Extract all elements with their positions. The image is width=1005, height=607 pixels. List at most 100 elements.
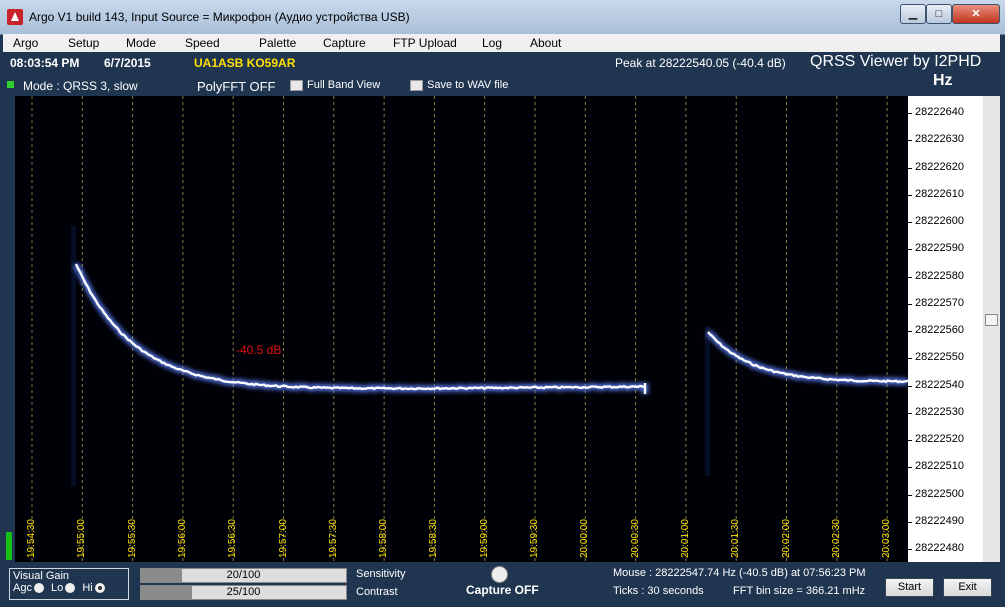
frequency-tick — [908, 167, 912, 169]
sensitivity-slider[interactable]: 20/100 — [140, 568, 347, 583]
contrast-label: Contrast — [356, 586, 398, 598]
frequency-tick — [908, 303, 912, 305]
time-tick-label: 19:58:30 — [428, 519, 440, 558]
mouse-readout: Mouse : 28222547.74 Hz (-40.5 dB) at 07:… — [613, 567, 866, 579]
contrast-value: 25/100 — [226, 586, 261, 598]
frequency-tick — [908, 521, 912, 523]
time-tick-label: 20:02:00 — [780, 519, 792, 558]
signal-trace-glow — [72, 262, 908, 394]
frequency-tick-label: 28222600 — [915, 215, 964, 227]
menu-speed[interactable]: Speed — [185, 36, 220, 50]
fft-bin-readout: FFT bin size = 366.21 mHz — [733, 585, 866, 597]
full-band-view-checkbox[interactable] — [290, 80, 303, 91]
window-title: Argo V1 build 143, Input Source = Микроф… — [29, 10, 410, 24]
time-tick-label: 20:00:00 — [579, 519, 591, 558]
frequency-tick — [908, 331, 912, 332]
polyfft-status: PolyFFT OFF — [197, 79, 276, 94]
status-led — [7, 81, 14, 88]
frequency-tick-label: 28222630 — [915, 133, 964, 146]
mode-label: Mode : QRSS 3, slow — [23, 79, 138, 93]
time-tick-label: 19:56:30 — [227, 519, 239, 558]
frequency-tick — [908, 276, 912, 278]
start-button[interactable]: Start — [885, 578, 934, 597]
time-tick-label: 19:54:30 — [26, 519, 37, 558]
time-tick-label: 20:03:00 — [881, 519, 893, 558]
capture-status: Capture OFF — [466, 583, 539, 597]
capture-toggle[interactable] — [491, 566, 508, 583]
frequency-tick-label: 28222530 — [915, 405, 964, 418]
hi-label: Hi — [82, 582, 93, 594]
frequency-tick — [908, 358, 912, 360]
menu-capture[interactable]: Capture — [323, 36, 366, 50]
title-bar: Argo V1 build 143, Input Source = Микроф… — [0, 0, 1005, 35]
agc-radio[interactable] — [33, 583, 44, 594]
frequency-axis: 28222640 28222630 28222620 28222610 28222600… — [908, 96, 983, 562]
visual-gain-group: Visual Gain Agc Lo Hi — [9, 568, 129, 600]
signal-level-strip — [5, 96, 15, 562]
frequency-tick — [908, 222, 912, 223]
time-tick-label: 19:55:30 — [126, 519, 138, 558]
frequency-tick-label: 28222490 — [915, 514, 964, 527]
menu-about[interactable]: About — [530, 36, 561, 50]
frequency-scrollbar[interactable] — [983, 96, 1000, 562]
save-wav-label: Save to WAV file — [427, 79, 509, 91]
agc-label: Agc — [13, 582, 32, 594]
lo-radio[interactable] — [65, 583, 76, 594]
date: 6/7/2015 — [104, 56, 151, 70]
menu-log[interactable]: Log — [482, 36, 502, 50]
time-tick-label: 20:00:30 — [629, 519, 641, 558]
minimize-button[interactable]: ▁ — [900, 4, 926, 24]
maximize-button[interactable]: □ — [926, 4, 952, 24]
time-tick-label: 19:55:00 — [76, 519, 88, 558]
contrast-slider[interactable]: 25/100 — [140, 585, 347, 600]
menu-argo[interactable]: Argo — [13, 36, 38, 50]
waterfall-svg: -40.5 dB — [31, 96, 908, 562]
save-wav-checkbox[interactable] — [410, 80, 423, 91]
callsign: UA1ASB KO59AR — [194, 56, 296, 70]
frequency-tick-label: 28222610 — [915, 187, 964, 200]
time-tick-label: 19:57:00 — [277, 519, 289, 558]
time-tick-label: 19:59:00 — [478, 519, 490, 558]
frequency-tick — [908, 385, 912, 387]
app-icon[interactable] — [7, 9, 23, 25]
frequency-tick-label: 28222590 — [915, 242, 964, 255]
time-tick-label: 19:56:00 — [176, 519, 188, 558]
frequency-tick — [908, 249, 912, 251]
frequency-tick-label: 28222520 — [915, 433, 964, 445]
control-panel: Visual Gain Agc Lo Hi 20/100 Sensitivity… — [0, 562, 1005, 607]
hi-radio[interactable] — [94, 583, 105, 594]
signal-shadow — [705, 326, 710, 476]
frequency-tick-label: 28222500 — [915, 487, 964, 500]
menu-setup[interactable]: Setup — [68, 36, 99, 50]
exit-button[interactable]: Exit — [943, 578, 992, 597]
frequency-tick-label: 28222560 — [915, 324, 964, 336]
time-tick-label: 20:01:00 — [679, 519, 691, 558]
frequency-tick-label: 28222640 — [915, 106, 964, 118]
frequency-tick — [908, 467, 912, 469]
time-gridlines — [31, 96, 888, 562]
close-button[interactable]: ✕ — [952, 4, 1000, 24]
menu-ftp-upload[interactable]: FTP Upload — [393, 36, 457, 50]
peak-marker: -40.5 dB — [236, 343, 281, 357]
waterfall-display[interactable]: -40.5 dB 19:54:30 19:55:00 19:55:30 19:56:0… — [15, 96, 908, 562]
sensitivity-label: Sensitivity — [356, 568, 406, 580]
sensitivity-value: 20/100 — [226, 569, 261, 581]
frequency-tick-label: 28222480 — [915, 542, 964, 554]
frequency-tick — [908, 113, 912, 114]
signal-level-bar — [6, 532, 12, 560]
scrollbar-thumb[interactable] — [985, 314, 998, 326]
frequency-tick — [908, 140, 912, 142]
time-tick-label: 19:57:30 — [327, 519, 339, 558]
frequency-tick-label: 28222510 — [915, 460, 964, 473]
clock: 08:03:54 PM — [10, 56, 80, 70]
viewer-name: QRSS Viewer by I2PHD — [810, 53, 982, 70]
menu-palette[interactable]: Palette — [259, 36, 296, 50]
frequency-tick-label: 28222580 — [915, 269, 964, 282]
visual-gain-title: Visual Gain — [13, 570, 70, 582]
menu-mode[interactable]: Mode — [126, 36, 156, 50]
time-tick-label: 19:59:30 — [529, 519, 540, 558]
full-band-view-label: Full Band View — [307, 79, 381, 91]
frequency-tick — [908, 194, 912, 196]
frequency-tick-label: 28222620 — [915, 160, 964, 173]
ticks-readout: Ticks : 30 seconds — [613, 585, 704, 597]
